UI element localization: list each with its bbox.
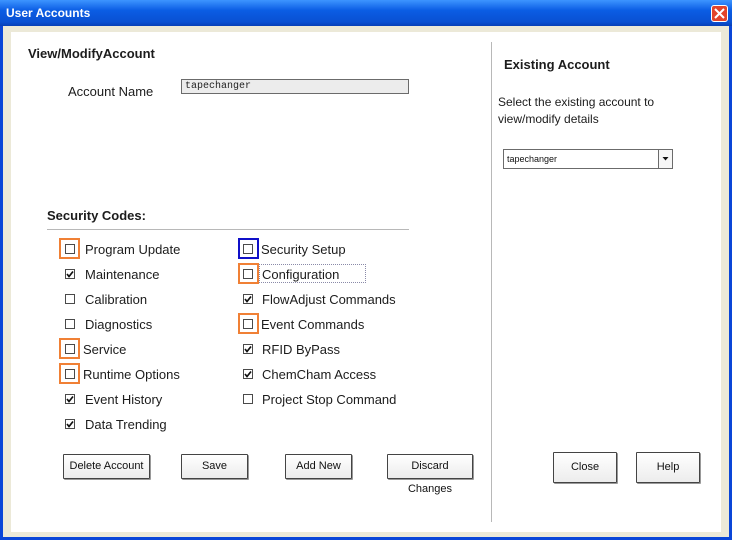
checkbox-chemcham-access[interactable] [243,369,253,379]
label-project-stop-command: Project Stop Command [262,392,397,407]
help-button[interactable]: Help [636,452,700,483]
chevron-down-icon [662,157,669,161]
checkbox-configuration[interactable] [243,269,253,279]
label-program-update: Program Update [85,242,181,257]
checkbox-service[interactable] [65,344,75,354]
dropdown-button[interactable] [658,150,672,168]
checkbox-rfid-bypass[interactable] [243,344,253,354]
label-maintenance: Maintenance [85,267,160,282]
save-button[interactable]: Save [181,454,248,479]
label-diagnostics: Diagnostics [85,317,153,332]
checkbox-security-setup[interactable] [243,244,253,254]
checkmark-icon [66,395,74,403]
checkbox-runtime-options[interactable] [65,369,75,379]
existing-account-selected: tapechanger [507,154,558,164]
dialog-body: View/ModifyAccount Account Name tapechan… [11,32,721,532]
checkmark-icon [66,420,74,428]
label-configuration: Configuration [262,267,340,282]
label-service: Service [83,342,127,357]
existing-account-description-2: view/modify details [498,112,599,126]
security-codes-divider [47,229,409,230]
existing-account-select[interactable]: tapechanger [503,149,673,169]
label-data-trending: Data Trending [85,417,167,432]
window-title: User Accounts [6,6,91,20]
existing-account-heading: Existing Account [504,57,610,72]
label-security-setup: Security Setup [261,242,346,257]
checkbox-maintenance[interactable] [65,269,75,279]
checkbox-calibration[interactable] [65,294,75,304]
checkbox-program-update[interactable] [65,244,75,254]
discard-changes-button[interactable]: Discard Changes [387,454,473,495]
checkbox-project-stop-command[interactable] [243,394,253,404]
label-calibration: Calibration [85,292,148,307]
user-accounts-window: User Accounts View/ModifyAccount Account… [0,0,732,540]
existing-account-description-1: Select the existing account to [498,95,655,109]
title-bar[interactable]: User Accounts [0,0,732,26]
view-modify-heading: View/ModifyAccount [28,46,155,61]
label-event-commands: Event Commands [261,317,365,332]
checkbox-event-commands[interactable] [243,319,253,329]
label-rfid-bypass: RFID ByPass [262,342,341,357]
label-event-history: Event History [85,392,163,407]
checkmark-icon [244,370,252,378]
account-name-label: Account Name [68,84,154,99]
checkmark-icon [66,270,74,278]
label-runtime-options: Runtime Options [83,367,180,382]
checkmark-icon [244,345,252,353]
close-button[interactable]: Close [553,452,617,483]
add-new-button[interactable]: Add New [285,454,352,479]
checkmark-icon [244,295,252,303]
label-flowadjust-commands: FlowAdjust Commands [262,292,396,307]
checkbox-event-history[interactable] [65,394,75,404]
security-codes-heading: Security Codes: [47,208,146,223]
close-icon [714,8,725,19]
panel-divider [491,42,492,522]
checkbox-data-trending[interactable] [65,419,75,429]
label-chemcham-access: ChemCham Access [262,367,377,382]
delete-account-button[interactable]: Delete Account [63,454,150,479]
checkbox-flowadjust-commands[interactable] [243,294,253,304]
checkbox-diagnostics[interactable] [65,319,75,329]
account-name-field[interactable]: tapechanger [181,79,409,94]
close-window-button[interactable] [711,5,728,22]
